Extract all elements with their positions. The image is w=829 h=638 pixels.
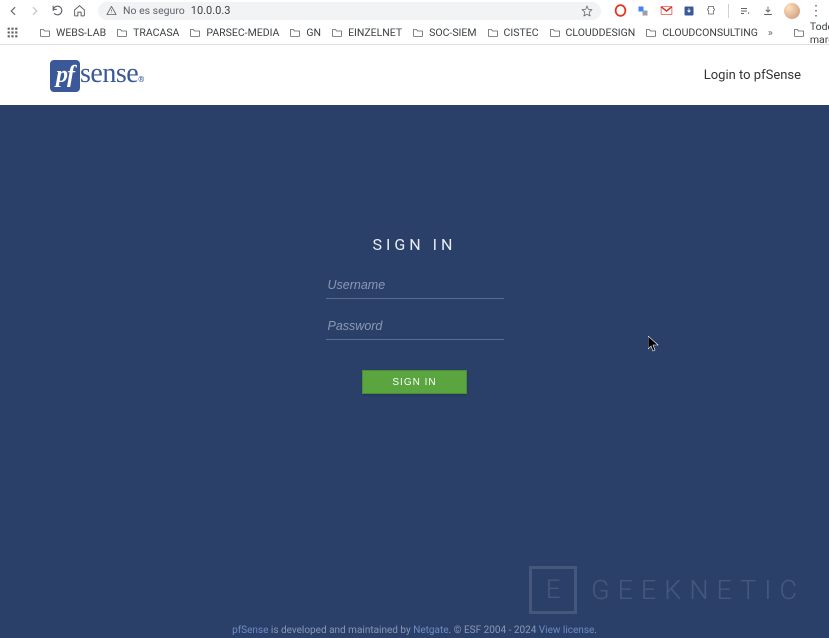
watermark-box: E (529, 566, 577, 614)
watermark: E GEEKNETIC (529, 566, 805, 614)
login-panel: SIGN IN SIGN IN E GEEKNETIC pfSense is d… (0, 105, 829, 638)
username-input[interactable] (326, 272, 504, 299)
bookmark-item[interactable]: TRACASA (116, 26, 179, 39)
bookmark-label: TRACASA (133, 26, 179, 39)
translate-icon[interactable] (636, 4, 650, 18)
footer-link-pfsense[interactable]: pfSense (232, 625, 268, 636)
bookmark-label: CISTEC (504, 26, 539, 39)
separator (728, 4, 729, 18)
bookmark-item[interactable]: CLOUDCONSULTING (645, 26, 758, 39)
folder-icon (189, 27, 201, 38)
downloads-icon[interactable] (761, 4, 775, 18)
bookmark-item[interactable]: SOC-SIEM (412, 26, 476, 39)
logo-prefix: pf (50, 60, 80, 92)
playlist-icon[interactable] (738, 4, 752, 18)
puzzle-icon[interactable] (705, 4, 719, 18)
bookmark-label: WEBS-LAB (56, 26, 106, 39)
download-ext-icon[interactable] (682, 4, 696, 18)
all-bookmarks-label: Todos los marcadores (810, 20, 829, 46)
all-bookmarks[interactable]: Todos los marcadores (793, 20, 829, 46)
folder-icon (793, 27, 805, 38)
signin-title: SIGN IN (373, 235, 457, 254)
logo-suffix: sense (80, 58, 138, 90)
signin-button[interactable]: SIGN IN (362, 370, 467, 394)
folder-icon (116, 27, 128, 38)
folder-icon (645, 27, 657, 38)
insecure-icon (106, 5, 117, 16)
security-label: No es seguro (123, 4, 185, 17)
bookmark-label: CLOUDCONSULTING (662, 26, 758, 39)
registered-mark: ® (138, 75, 144, 84)
folder-icon (331, 27, 343, 38)
gmail-icon[interactable] (659, 4, 673, 18)
footer-text: . © ESF 2004 - 2024 (449, 625, 539, 636)
reload-button[interactable] (50, 4, 64, 18)
header-right-label: Login to pfSense (704, 68, 801, 83)
forward-button[interactable] (28, 4, 42, 18)
bookmark-item[interactable]: CISTEC (487, 26, 539, 39)
apps-grid-icon[interactable] (6, 26, 19, 39)
pfsense-logo[interactable]: pfsense® (50, 58, 144, 92)
folder-icon (289, 27, 301, 38)
bookmarks-overflow[interactable]: » (768, 26, 773, 39)
bookmark-item[interactable]: WEBS-LAB (39, 26, 106, 39)
signin-form: SIGN IN SIGN IN (0, 235, 829, 394)
profile-avatar[interactable] (784, 3, 800, 19)
kebab-menu-icon[interactable]: ⋮ (809, 3, 823, 19)
bookmark-item[interactable]: EINZELNET (331, 26, 402, 39)
bookmark-label: PARSEC-MEDIA (206, 26, 279, 39)
folder-icon (549, 27, 561, 38)
url-text: 10.0.0.3 (191, 4, 231, 17)
bookmark-star-icon[interactable] (581, 5, 593, 17)
folder-icon (412, 27, 424, 38)
footer-link-license[interactable]: View license (539, 625, 594, 636)
footer: pfSense is developed and maintained by N… (0, 625, 829, 636)
bookmark-item[interactable]: PARSEC-MEDIA (189, 26, 279, 39)
address-bar[interactable]: No es seguro 10.0.0.3 (98, 2, 601, 20)
bookmark-label: SOC-SIEM (429, 26, 476, 39)
bookmark-label: CLOUDDESIGN (566, 26, 636, 39)
browser-toolbar: No es seguro 10.0.0.3 ⋮ (0, 0, 829, 21)
bookmark-label: GN (306, 26, 321, 39)
footer-link-netgate[interactable]: Netgate (413, 625, 448, 636)
watermark-text: GEEKNETIC (591, 574, 805, 606)
app-header: pfsense® Login to pfSense (0, 45, 829, 105)
folder-icon (487, 27, 499, 38)
extension-icons: ⋮ (613, 3, 823, 19)
back-button[interactable] (6, 4, 20, 18)
opera-icon[interactable] (613, 4, 627, 18)
footer-text: . (594, 625, 597, 636)
folder-icon (39, 27, 51, 38)
bookmarks-bar: WEBS-LAB TRACASA PARSEC-MEDIA GN EINZELN… (0, 21, 829, 45)
bookmark-item[interactable]: GN (289, 26, 321, 39)
bookmark-item[interactable]: CLOUDDESIGN (549, 26, 636, 39)
bookmark-label: EINZELNET (348, 26, 402, 39)
footer-text: is developed and maintained by (268, 625, 413, 636)
home-button[interactable] (72, 4, 86, 18)
password-input[interactable] (326, 313, 504, 340)
